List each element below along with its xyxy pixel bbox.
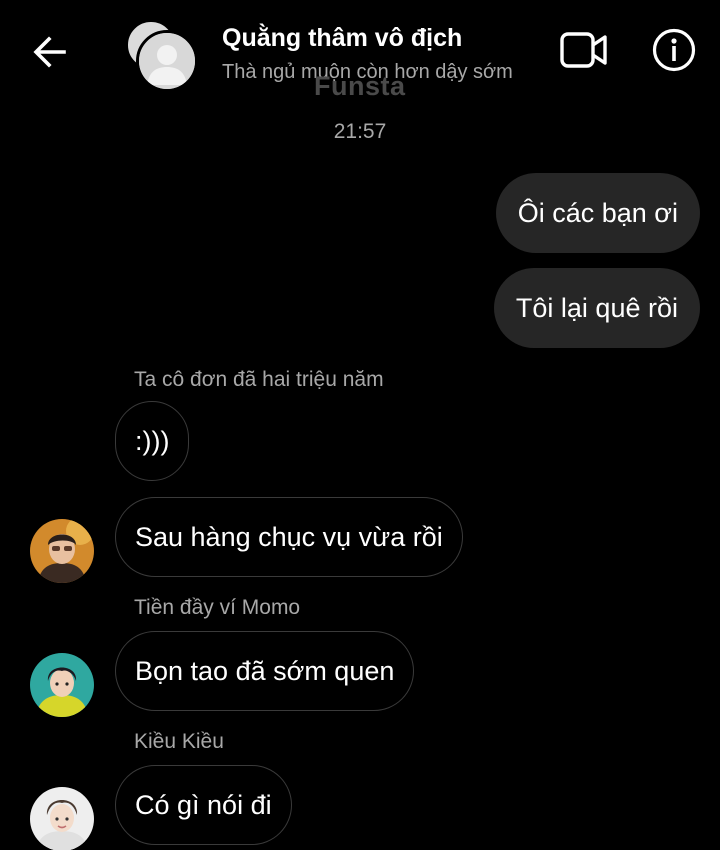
- sender-avatar[interactable]: [30, 519, 94, 583]
- chat-screen: Quằng thâm vô địch Thà ngủ muộn còn hơn …: [0, 0, 720, 850]
- video-call-button[interactable]: [556, 26, 612, 74]
- incoming-message[interactable]: Bọn tao đã sớm quen: [115, 631, 415, 711]
- info-button[interactable]: [650, 26, 698, 74]
- message-text: Tôi lại quê rồi: [515, 292, 678, 323]
- chat-header: Quằng thâm vô địch Thà ngủ muộn còn hơn …: [0, 0, 720, 101]
- avatar-photo: [30, 787, 94, 850]
- message-text: Ôi các bạn ơi: [517, 197, 678, 228]
- avatar-photo: [30, 653, 94, 717]
- info-icon: [652, 28, 696, 72]
- message-text: Sau hàng chục vụ vừa rồi: [135, 521, 443, 552]
- sender-name: Tiền đầy ví Momo: [134, 596, 301, 619]
- chat-title[interactable]: Quằng thâm vô địch: [222, 24, 462, 53]
- video-camera-icon: [560, 32, 607, 68]
- message-text: Bọn tao đã sớm quen: [135, 655, 395, 686]
- watermark: Funsta: [314, 71, 406, 101]
- message-text: :))): [135, 425, 170, 456]
- arrow-left-icon: [33, 36, 66, 68]
- sender-avatar[interactable]: [30, 787, 94, 850]
- back-button[interactable]: [26, 28, 74, 76]
- outgoing-message[interactable]: Tôi lại quê rồi: [493, 268, 700, 348]
- default-user-icon: [139, 33, 195, 89]
- sender-avatar[interactable]: [30, 653, 94, 717]
- sender-name: Ta cô đơn đã hai triệu năm: [134, 368, 384, 391]
- incoming-message[interactable]: :))): [115, 401, 190, 481]
- avatar-photo: [30, 519, 94, 583]
- group-avatar[interactable]: [124, 18, 198, 92]
- outgoing-message[interactable]: Ôi các bạn ơi: [495, 173, 700, 253]
- group-avatar-front: [136, 30, 198, 92]
- sender-name: Kiều Kiều: [134, 730, 224, 753]
- incoming-message[interactable]: Sau hàng chục vụ vừa rồi: [115, 497, 463, 577]
- message-timestamp: 21:57: [333, 120, 387, 143]
- incoming-message[interactable]: Có gì nói đi: [115, 765, 292, 845]
- message-text: Có gì nói đi: [135, 789, 272, 820]
